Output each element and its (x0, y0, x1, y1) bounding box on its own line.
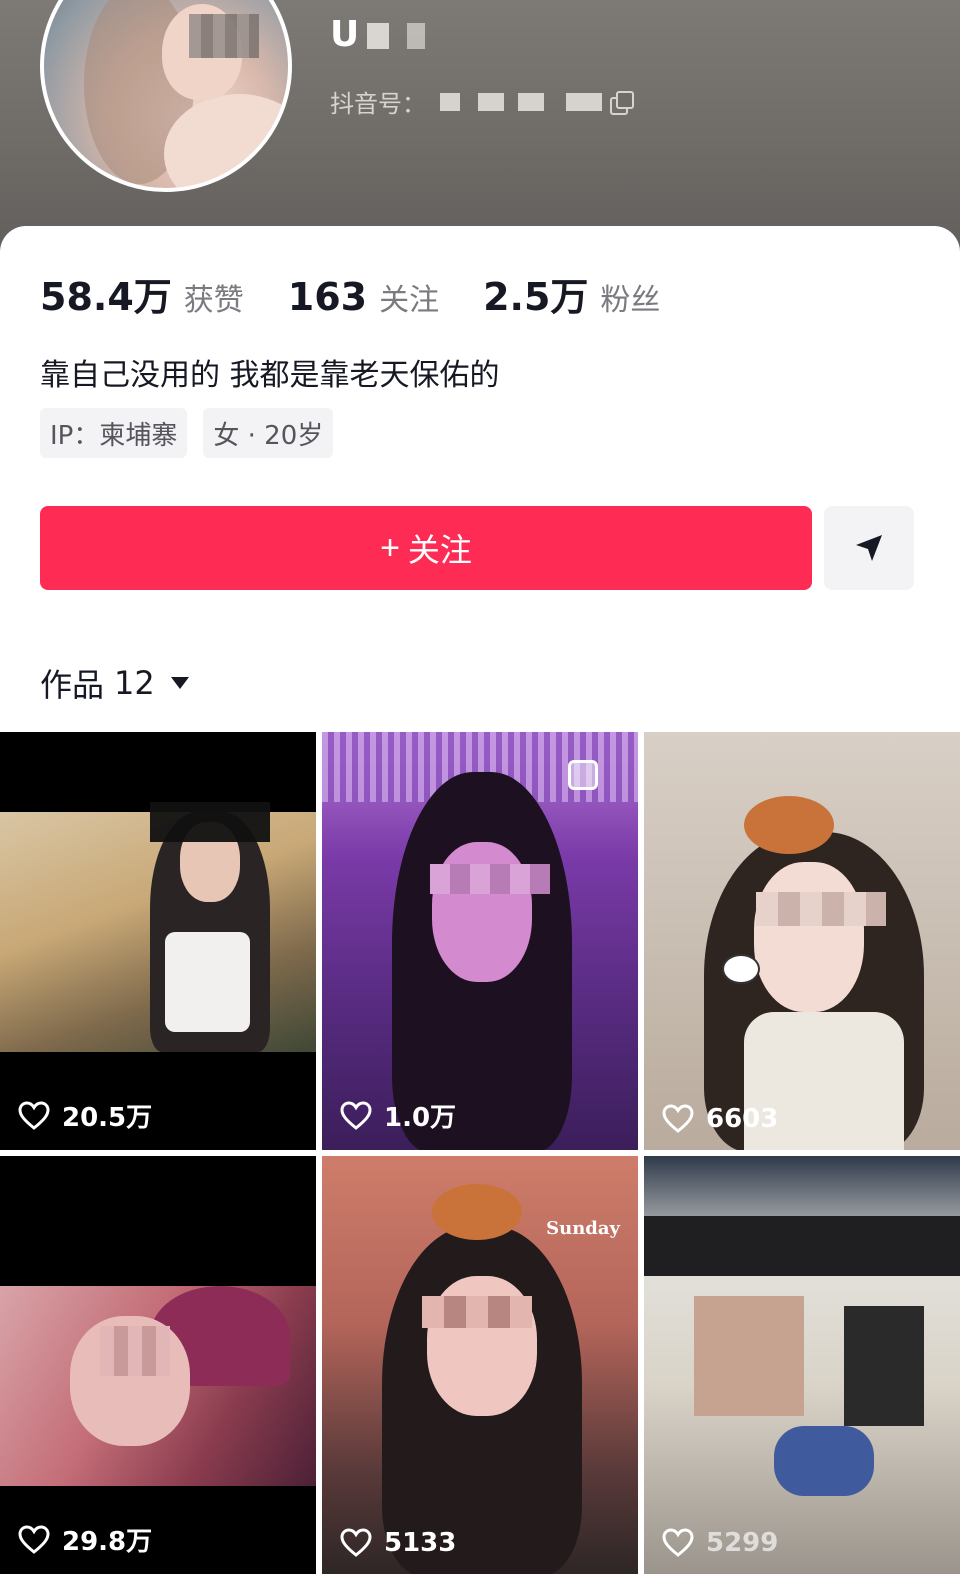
video-thumbnail[interactable]: 5299 (644, 1156, 960, 1574)
douyin-id-redaction (566, 92, 602, 111)
like-count: 5299 (662, 1528, 778, 1558)
like-count: 29.8万 (18, 1521, 152, 1558)
plus-icon: + (380, 528, 400, 567)
like-count: 1.0万 (340, 1097, 456, 1134)
douyin-id-label: 抖音号： (330, 90, 426, 118)
profile-card: 58.4万 获赞 163 关注 2.5万 粉丝 靠自己没用的 我都是靠老天保佑的… (0, 226, 960, 1582)
mosaic-blur (100, 1326, 170, 1376)
video-grid: 20.5万 1.0万 6603 29.8万 Sunday 5133 5299 (0, 732, 960, 1574)
douyin-id-redaction (440, 92, 460, 111)
copy-icon[interactable] (610, 90, 634, 115)
like-count: 5133 (340, 1528, 456, 1558)
action-row: + 关注 (40, 506, 916, 590)
stats-row: 58.4万 获赞 163 关注 2.5万 粉丝 (40, 266, 704, 321)
mosaic-blur (430, 864, 550, 894)
heart-icon (662, 1528, 694, 1557)
heart-icon (18, 1100, 50, 1130)
douyin-id-redaction (518, 92, 544, 111)
mosaic-blur (844, 1306, 924, 1426)
mosaic-blur (422, 1296, 532, 1328)
tag-ip: IP：柬埔寨 (40, 408, 188, 458)
video-thumbnail[interactable]: 1.0万 (322, 732, 638, 1150)
video-thumbnail[interactable]: 29.8万 (0, 1156, 316, 1574)
share-button[interactable] (824, 506, 914, 590)
video-thumbnail[interactable]: 20.5万 (0, 732, 316, 1150)
stat-likes[interactable]: 58.4万 获赞 (40, 266, 244, 321)
sunday-sticker: Sunday (546, 1218, 620, 1239)
douyin-id-redaction (478, 92, 504, 111)
username-redaction (407, 23, 426, 49)
username-redaction (367, 23, 390, 49)
heart-icon (18, 1524, 50, 1554)
like-count: 20.5万 (18, 1097, 152, 1134)
tab-works[interactable]: 作品 12 (40, 660, 189, 706)
bear-sticker-icon (744, 796, 834, 854)
mosaic-blur (189, 14, 259, 58)
avatar[interactable] (40, 0, 292, 192)
follow-label: 关注 (407, 532, 472, 568)
works-count: 12 (114, 664, 155, 702)
caret-down-icon (170, 677, 189, 689)
video-thumbnail[interactable]: 6603 (644, 732, 960, 1150)
seal-sticker-icon (722, 954, 760, 984)
tag-gender-age: 女 · 20岁 (203, 408, 334, 458)
heart-icon (662, 1104, 694, 1133)
mosaic-blur (694, 1296, 804, 1416)
stat-followers[interactable]: 2.5万 粉丝 (483, 266, 660, 321)
tags-row: IP：柬埔寨 女 · 20岁 (40, 408, 349, 458)
like-count: 6603 (662, 1104, 778, 1134)
mosaic-blur (756, 892, 886, 926)
bear-sticker-icon (432, 1184, 522, 1240)
heart-icon (340, 1528, 372, 1557)
send-icon (856, 535, 882, 561)
profile-header: U 抖音号： (0, 0, 960, 260)
follow-button[interactable]: + 关注 (40, 506, 812, 590)
douyin-id: 抖音号： (330, 84, 634, 119)
bio: 靠自己没用的 我都是靠老天保佑的 (40, 358, 500, 393)
mosaic-blur (150, 802, 270, 842)
multi-image-icon (568, 760, 598, 790)
username: U (330, 14, 426, 55)
heart-icon (340, 1100, 372, 1130)
video-thumbnail[interactable]: Sunday 5133 (322, 1156, 638, 1574)
stat-following[interactable]: 163 关注 (288, 275, 439, 319)
works-label: 作品 (40, 666, 105, 704)
